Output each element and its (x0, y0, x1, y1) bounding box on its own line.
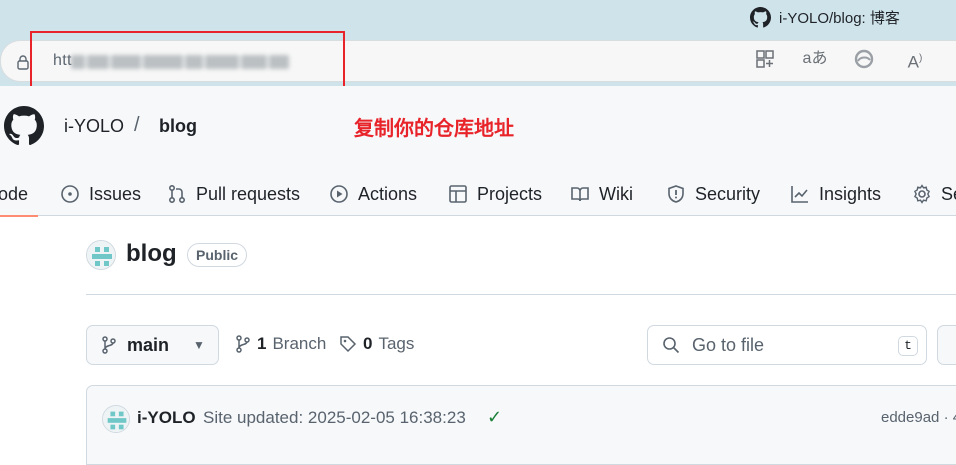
tab-wiki-label: Wiki (599, 183, 633, 204)
pull-request-icon (168, 184, 186, 204)
read-aloud-icon[interactable]: A) (903, 48, 927, 72)
repo-title[interactable]: blog (126, 240, 177, 268)
issue-icon (61, 185, 79, 203)
check-icon[interactable]: ✓ (487, 407, 502, 428)
tab-actions-label: Actions (358, 183, 418, 204)
tab-issues-label: Issues (89, 183, 142, 204)
edge-icon[interactable] (853, 48, 875, 70)
annotation-text: 复制你的仓库地址 (354, 116, 514, 140)
visibility-badge: Public (187, 243, 248, 267)
tab-security-label: Security (695, 183, 761, 204)
go-to-file-placeholder: Go to file (692, 334, 765, 355)
branch-icon (236, 335, 250, 353)
branch-select-button[interactable]: main ▼ (86, 325, 219, 365)
branches-link[interactable]: 1 Branch (235, 334, 326, 354)
tab-insights-label: Insights (819, 183, 882, 204)
github-logo-icon[interactable] (4, 106, 44, 146)
search-icon (663, 337, 680, 354)
tab-actions[interactable]: Actions (329, 172, 417, 216)
commit-message[interactable]: Site updated: 2025-02-05 16:38:23 (203, 408, 466, 428)
repo-header: i-YOLO / blog 复制你的仓库地址 ode Issues Pull r… (0, 86, 956, 217)
tab-code[interactable]: ode (0, 172, 39, 217)
add-file-button[interactable] (937, 325, 956, 365)
graph-icon (791, 186, 808, 203)
tag-icon (340, 336, 357, 353)
go-to-file-input[interactable]: Go to file t (647, 325, 927, 365)
shortcut-key: t (898, 336, 918, 356)
tab-settings-label: Se (941, 183, 956, 204)
chevron-down-icon: ▼ (193, 338, 205, 352)
tab-code-label: ode (0, 183, 29, 204)
breadcrumb-separator: / (134, 114, 140, 136)
commit-sha[interactable]: edde9ad · 4 (881, 409, 956, 426)
branch-label: Branch (272, 334, 327, 353)
book-icon (571, 187, 589, 202)
tab-projects-label: Projects (477, 183, 543, 204)
tag-label: Tags (378, 334, 415, 353)
tab-title-text: i-YOLO/blog: 博客 (779, 10, 900, 27)
branch-icon (102, 336, 116, 354)
play-icon (330, 185, 348, 203)
gear-icon (913, 184, 931, 204)
repo-nav-tabs: ode Issues Pull requests Actions Project… (0, 172, 956, 217)
tab-issues[interactable]: Issues (60, 172, 141, 216)
tab-pull-requests-label: Pull requests (196, 183, 301, 204)
tab-settings[interactable]: Se (912, 172, 956, 216)
breadcrumb-owner[interactable]: i-YOLO (64, 116, 124, 137)
tags-link[interactable]: 0 Tags (339, 334, 414, 354)
branch-count: 1 (257, 334, 267, 353)
github-favicon-icon (750, 7, 771, 28)
table-icon (449, 185, 467, 203)
commit-author[interactable]: i-YOLO (137, 408, 196, 428)
tab-security[interactable]: Security (666, 172, 760, 216)
tab-wiki[interactable]: Wiki (570, 172, 633, 216)
tag-count: 0 (363, 334, 373, 353)
repo-avatar[interactable] (86, 240, 116, 270)
split-screen-icon[interactable] (754, 48, 776, 70)
browser-tab[interactable]: i-YOLO/blog: 博客 (750, 7, 900, 28)
commit-author-avatar[interactable] (102, 405, 130, 433)
tab-pull-requests[interactable]: Pull requests (167, 172, 300, 216)
divider (86, 294, 956, 295)
shield-icon (668, 185, 684, 203)
identicon-icon (87, 241, 115, 269)
tab-projects[interactable]: Projects (448, 172, 542, 216)
branch-name: main (127, 334, 170, 355)
tab-insights[interactable]: Insights (790, 172, 881, 216)
translate-icon[interactable]: aあ (802, 48, 828, 70)
lock-icon[interactable] (15, 54, 31, 70)
breadcrumb-repo[interactable]: blog (159, 116, 197, 137)
